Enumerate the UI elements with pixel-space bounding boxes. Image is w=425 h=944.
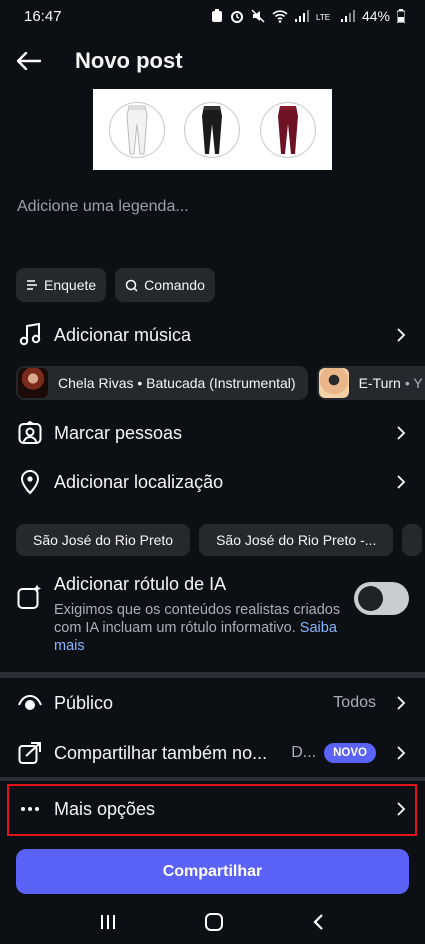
audience-label: Público <box>54 692 114 713</box>
music-suggestion-artist: • Y <box>404 375 423 391</box>
ai-label-description: Exigimos que os conteúdos realistas cria… <box>54 601 344 655</box>
lte-icon: LTE <box>316 13 330 22</box>
add-music-label: Adicionar música <box>54 324 192 345</box>
location-suggestion-overflow[interactable] <box>402 524 423 556</box>
share-also-row[interactable]: Compartilhar também no... D... NOVO <box>0 733 425 773</box>
caption-tools: Enquete Comando <box>16 268 215 302</box>
music-suggestion-label: Chela Rivas • Batucada (Instrumental) <box>58 375 296 391</box>
notification-icon <box>211 9 222 22</box>
tag-people-row[interactable]: Marcar pessoas <box>0 413 425 453</box>
list-icon <box>27 280 37 290</box>
signal-icon <box>294 10 309 22</box>
music-suggestion[interactable]: E-Turn • Y <box>316 366 425 400</box>
battery-icon <box>397 9 405 23</box>
status-time: 16:47 <box>24 7 62 25</box>
add-location-label: Adicionar localização <box>54 471 224 492</box>
recent-apps-icon[interactable] <box>99 913 117 931</box>
music-suggestion[interactable]: Chela Rivas • Batucada (Instrumental) <box>16 366 308 400</box>
status-icons: LTE 44% <box>211 8 405 24</box>
music-cover <box>18 368 48 398</box>
location-suggestions: São José do Rio Preto São José do Rio Pr… <box>16 524 425 556</box>
more-horizontal-icon <box>17 796 43 822</box>
add-music-row[interactable]: Adicionar música <box>0 315 425 355</box>
more-options-row[interactable]: Mais opções <box>0 789 425 829</box>
svg-text:LTE: LTE <box>316 13 330 22</box>
tag-people-label: Marcar pessoas <box>54 422 183 443</box>
prompt-chip[interactable]: Comando <box>115 268 215 302</box>
chevron-right-icon <box>397 802 406 816</box>
battery-level: 44% <box>361 8 390 24</box>
media-preview[interactable] <box>93 89 332 170</box>
tag-person-icon <box>17 420 43 446</box>
eye-icon <box>17 690 43 716</box>
wifi-icon <box>272 9 288 23</box>
product-thumb-burgundy <box>260 101 317 158</box>
ai-label-icon <box>17 584 41 609</box>
location-suggestion[interactable]: São José do Rio Preto -... <box>199 524 394 556</box>
music-cover <box>318 368 349 398</box>
ai-label-section: Adicionar rótulo de IA Exigimos que os c… <box>0 574 425 655</box>
new-badge: NOVO <box>324 743 376 763</box>
ai-label-description-text: Exigimos que os conteúdos realistas cria… <box>54 602 341 636</box>
status-bar: 16:47 LTE 44% <box>0 0 425 32</box>
poll-chip[interactable]: Enquete <box>16 268 107 302</box>
chevron-right-icon <box>397 746 406 760</box>
audience-row[interactable]: Público Todos <box>0 683 425 723</box>
prompt-chip-label: Comando <box>144 277 205 293</box>
chevron-right-icon <box>397 328 406 342</box>
caption-input[interactable]: Adicione uma legenda... <box>17 198 189 216</box>
product-thumb-black <box>184 101 241 158</box>
section-divider <box>0 672 425 678</box>
location-suggestion[interactable]: São José do Rio Preto <box>16 524 191 556</box>
page-title: Novo post <box>75 48 183 73</box>
mute-icon <box>251 9 265 23</box>
chevron-right-icon <box>397 696 406 710</box>
music-suggestions: Chela Rivas • Batucada (Instrumental) E-… <box>16 366 425 400</box>
chevron-right-icon <box>397 475 406 489</box>
search-icon <box>125 279 138 292</box>
poll-chip-label: Enquete <box>44 277 97 293</box>
share-also-label: Compartilhar também no... <box>54 742 268 763</box>
arrow-left-icon <box>17 52 41 70</box>
alarm-icon <box>230 11 243 23</box>
more-options-label: Mais opções <box>54 798 156 819</box>
section-divider <box>0 777 425 781</box>
location-pin-icon <box>17 469 43 495</box>
back-nav-icon[interactable] <box>312 913 326 931</box>
ai-label-toggle[interactable] <box>354 582 409 615</box>
share-arrow-icon <box>17 740 43 766</box>
music-icon <box>17 322 43 348</box>
share-button[interactable]: Compartilhar <box>16 849 409 894</box>
signal-icon-2 <box>340 10 355 22</box>
add-location-row[interactable]: Adicionar localização <box>0 462 425 502</box>
back-button[interactable] <box>0 38 58 84</box>
toggle-knob <box>358 586 383 611</box>
chevron-right-icon <box>397 426 406 440</box>
header: Novo post <box>0 38 425 84</box>
music-suggestion-title: E-Turn <box>358 375 401 391</box>
product-thumb-white <box>108 101 165 158</box>
home-icon[interactable] <box>204 912 224 932</box>
system-nav-bar <box>0 900 425 944</box>
share-also-value: D... <box>291 744 317 761</box>
audience-value: Todos <box>333 694 376 711</box>
